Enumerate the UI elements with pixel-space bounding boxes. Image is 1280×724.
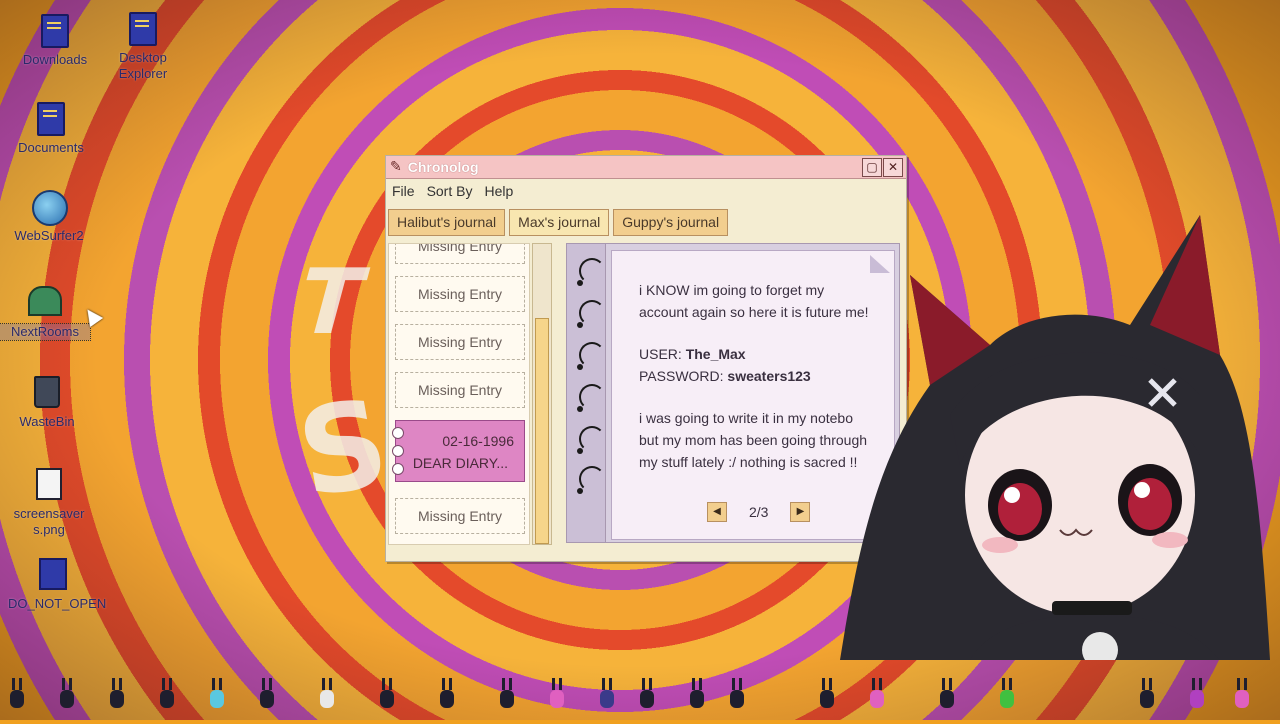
blush	[982, 537, 1018, 553]
image-file-icon	[32, 468, 66, 502]
vtuber-avatar	[840, 215, 1270, 660]
desktop-icon-documents[interactable]: Documents	[6, 102, 96, 156]
tab-guppys-journal[interactable]: Guppy's journal	[613, 209, 729, 236]
page-indicator: 2/3	[749, 504, 769, 520]
entry-missing[interactable]: Missing Entry	[395, 244, 525, 264]
entry-missing[interactable]: Missing Entry	[395, 276, 525, 312]
entry-date: 02-16-1996	[442, 433, 514, 449]
ring-hole	[577, 488, 583, 494]
note-username-line: USER: The_Max	[639, 346, 746, 362]
entry-list: Missing Entry Missing Entry Missing Entr…	[388, 243, 530, 545]
house-icon	[28, 286, 62, 320]
prev-page-button[interactable]: ◀	[707, 502, 727, 522]
ring-hole	[577, 280, 583, 286]
password-label: PASSWORD:	[639, 368, 724, 384]
scroll-thumb[interactable]	[535, 318, 549, 544]
ring-icon	[392, 427, 404, 439]
tab-halibuts-journal[interactable]: Halibut's journal	[388, 209, 506, 236]
desktop-icon-label: Documents	[18, 140, 84, 155]
ring-icon	[392, 463, 404, 475]
desktop-icon-label: WasteBin	[19, 414, 75, 429]
desktop-icon-screensavers[interactable]: screensaver s.png	[4, 466, 94, 538]
binder-ring-icon	[579, 300, 605, 326]
zip-folder-icon	[36, 558, 70, 592]
binder-ring-icon	[579, 258, 605, 284]
entry-missing[interactable]: Missing Entry	[395, 372, 525, 408]
desktop-icon-label: screensaver s.png	[13, 506, 85, 537]
menu-help[interactable]: Help	[482, 183, 515, 199]
username-label: USER:	[639, 346, 682, 362]
binder-ring-icon	[579, 384, 605, 410]
audience-bunnies	[10, 678, 1249, 708]
desktop-icon-label: DO_NOT_OPEN	[8, 596, 107, 611]
desktop-icon-label: WebSurfer2	[14, 228, 84, 243]
ring-hole	[577, 322, 583, 328]
folder-icon	[34, 102, 68, 136]
desktop-icon-wastebin[interactable]: WasteBin	[2, 374, 92, 430]
eye-highlight	[1134, 482, 1150, 498]
folder-icon	[126, 12, 160, 46]
desktop-icon-downloads[interactable]: Downloads	[10, 14, 100, 68]
binder-ring-icon	[579, 426, 605, 452]
desktop-icon-websurfer2[interactable]: WebSurfer2	[4, 190, 94, 244]
desktop-icon-label: Downloads	[22, 52, 88, 67]
trash-icon	[30, 376, 64, 410]
desktop-icon-desktop-explorer[interactable]: Desktop Explorer	[98, 12, 188, 82]
ring-hole	[577, 406, 583, 412]
ring-icon	[392, 445, 404, 457]
right-iris	[1128, 478, 1172, 530]
maximize-button[interactable]: ▢	[862, 158, 882, 177]
journal-tabs: Halibut's journal Max's journal Guppy's …	[388, 209, 732, 236]
entry-selected[interactable]: 02-16-1996 DEAR DIARY...	[392, 420, 525, 482]
left-iris	[998, 483, 1042, 535]
ring-hole	[577, 448, 583, 454]
desktop-icon-label: NextRooms	[0, 323, 91, 341]
desktop-icon-do-not-open[interactable]: DO_NOT_OPEN	[8, 556, 107, 612]
note-text: i KNOW im going to forget my	[639, 282, 825, 298]
desktop-icon-label: Desktop Explorer	[118, 50, 168, 81]
binder-ring-icon	[579, 466, 605, 492]
menu-file[interactable]: File	[390, 183, 417, 199]
folder-icon	[38, 14, 72, 48]
pen-icon: ✎	[390, 159, 402, 175]
binder-ring-icon	[579, 342, 605, 368]
menu-sort-by[interactable]: Sort By	[425, 183, 475, 199]
page-navigator: ◀ 2/3 ▶	[707, 502, 811, 522]
desktop-icon-nextrooms[interactable]: NextRooms	[0, 282, 91, 341]
note-password-line: PASSWORD: sweaters123	[639, 368, 811, 384]
ring-hole	[577, 364, 583, 370]
tab-maxs-journal[interactable]: Max's journal	[509, 209, 610, 236]
audience-strip	[0, 650, 1280, 720]
password-value: sweaters123	[727, 368, 811, 384]
next-page-button[interactable]: ▶	[790, 502, 811, 522]
username-value: The_Max	[685, 346, 746, 362]
close-button[interactable]: ✕	[883, 158, 903, 177]
title-bar[interactable]: ✎ Chronolog ▢ ✕	[386, 156, 906, 179]
window-title: Chronolog	[407, 159, 479, 175]
blush	[1152, 532, 1188, 548]
entry-missing[interactable]: Missing Entry	[395, 324, 525, 360]
globe-icon	[32, 190, 68, 226]
choker	[1052, 601, 1132, 615]
eye-highlight	[1004, 487, 1020, 503]
entry-missing[interactable]: Missing Entry	[395, 498, 525, 534]
entry-title: DEAR DIARY...	[412, 455, 508, 471]
entry-scrollbar[interactable]	[532, 243, 552, 545]
